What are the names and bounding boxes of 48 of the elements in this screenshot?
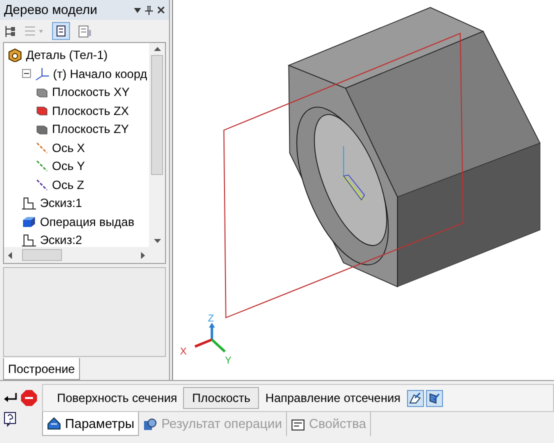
- sketch-icon: [22, 234, 36, 247]
- scroll-up-icon[interactable]: [154, 47, 160, 51]
- tree-item[interactable]: Ось Y: [52, 157, 85, 176]
- cube-icon: [22, 216, 36, 228]
- properties-icon: [290, 418, 305, 430]
- scroll-right-icon[interactable]: [141, 252, 145, 258]
- tree-item[interactable]: Деталь (Тел-1): [26, 46, 108, 64]
- axis-triad-icon: [194, 322, 226, 352]
- stop-icon[interactable]: [21, 390, 37, 406]
- panel-tab[interactable]: Параметры: [42, 412, 140, 436]
- parameters-icon: [47, 417, 61, 430]
- tree-item[interactable]: Плоскость XY: [52, 83, 130, 102]
- help-icon[interactable]: [4, 412, 16, 427]
- scroll-down-icon[interactable]: [154, 239, 160, 243]
- x-axis-label: X: [180, 346, 187, 358]
- horizontal-scrollbar[interactable]: [4, 247, 165, 263]
- tree-item[interactable]: Ось Z: [52, 176, 84, 194]
- tree-item[interactable]: Плоскость ZY: [52, 120, 129, 138]
- collapse-toggle-icon[interactable]: [22, 69, 31, 78]
- enter-icon[interactable]: [4, 393, 18, 403]
- axes-icon: [35, 66, 49, 81]
- panel-tab[interactable]: Построение: [3, 358, 80, 380]
- tree-item[interactable]: Эскиз:2: [40, 231, 82, 247]
- direction-forward-button[interactable]: [406, 390, 424, 406]
- close-icon[interactable]: [157, 6, 165, 14]
- tree-item[interactable]: Операция выдав: [40, 212, 134, 231]
- tree-item[interactable]: Эскиз:1: [40, 194, 82, 212]
- pin-icon[interactable]: [145, 6, 153, 14]
- tree-item[interactable]: Ось X: [52, 138, 85, 157]
- y-axis-label: Y: [224, 356, 232, 367]
- surface-label: Поверхность сечения: [57, 390, 178, 407]
- vertical-scrollbar[interactable]: [149, 43, 165, 247]
- tree-view-icon[interactable]: [4, 24, 16, 38]
- sketch-icon: [22, 196, 36, 210]
- part-icon: [8, 48, 22, 62]
- document-icon: [56, 25, 66, 37]
- document-toggle-button[interactable]: [52, 22, 70, 40]
- result-icon: [143, 418, 158, 430]
- scroll-left-icon[interactable]: [8, 252, 12, 258]
- direction-label: Направление отсечения: [265, 390, 401, 407]
- panel-title: Дерево модели: [4, 1, 98, 20]
- tree-item[interactable]: (т) Начало коорд: [53, 64, 148, 83]
- surface-button[interactable]: Плоскость: [183, 387, 260, 409]
- direction-reverse-button[interactable]: [426, 390, 443, 406]
- document-copy-icon[interactable]: [78, 24, 92, 38]
- z-axis-label: Z: [208, 314, 214, 325]
- dropdown-icon[interactable]: [134, 8, 141, 12]
- tree-item[interactable]: Плоскость ZX: [52, 102, 129, 120]
